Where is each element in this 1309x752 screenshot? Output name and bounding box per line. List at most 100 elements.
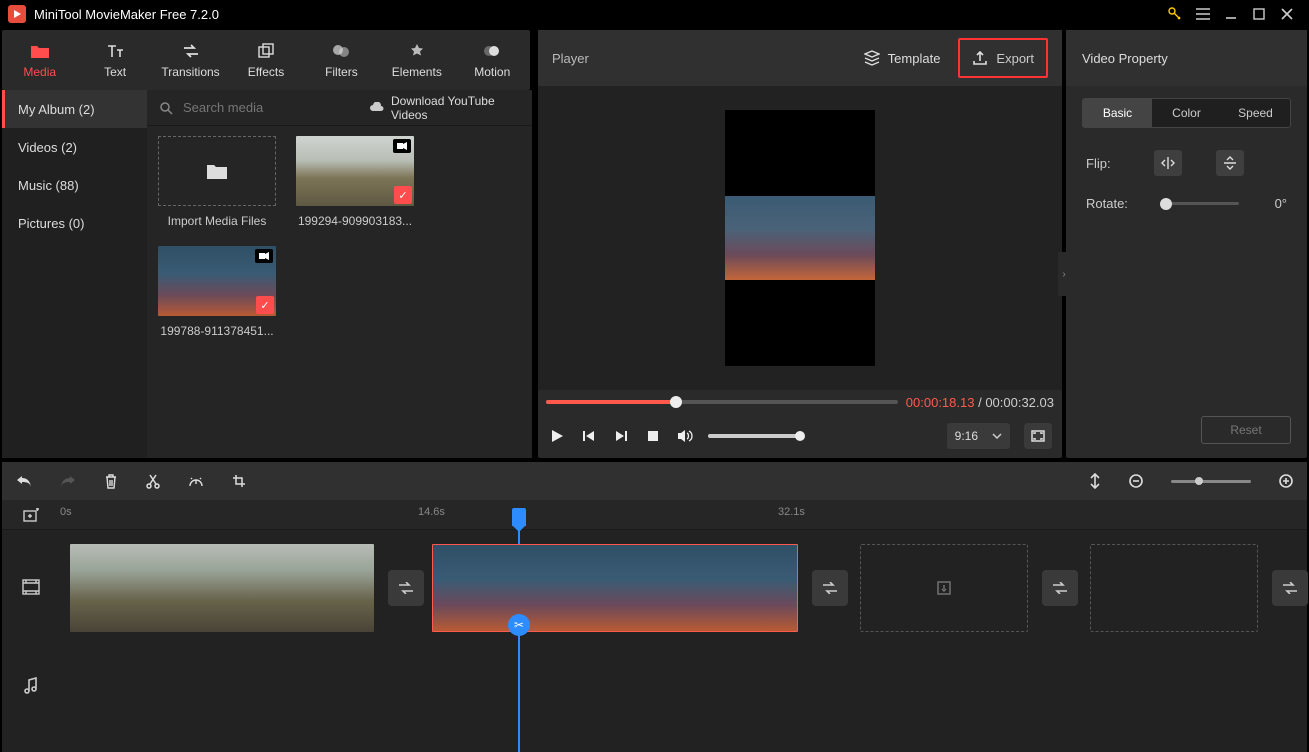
sidebar-item-myalbum[interactable]: My Album (2) [2,90,147,128]
properties-panel: › Video Property Basic Color Speed Flip:… [1066,30,1307,458]
sidebar-item-pictures[interactable]: Pictures (0) [2,204,147,242]
volume-slider[interactable] [708,434,800,438]
crop-button[interactable] [232,474,246,488]
minimize-button[interactable] [1217,0,1245,28]
stop-button[interactable] [644,430,662,442]
menu-icon[interactable] [1189,0,1217,28]
layers-icon [864,50,880,66]
fullscreen-button[interactable] [1024,423,1052,449]
close-button[interactable] [1273,0,1301,28]
flip-vertical-button[interactable] [1216,150,1244,176]
tab-elements[interactable]: Elements [379,30,454,90]
tab-motion[interactable]: Motion [455,30,530,90]
preview-frame [725,196,875,280]
maximize-button[interactable] [1245,0,1273,28]
time-display: 00:00:18.13 / 00:00:32.03 [906,395,1054,410]
timeline-ruler[interactable]: 0s 14.6s 32.1s [2,500,1307,530]
transition-slot[interactable] [388,570,424,606]
button-label: Template [888,51,941,66]
timeline-clip[interactable] [70,544,374,632]
elements-icon [409,41,425,61]
zoom-in-button[interactable] [1279,474,1293,488]
tab-media[interactable]: Media [2,30,77,90]
link-label: Download YouTube Videos [391,94,520,122]
ruler-mark: 14.6s [418,506,445,518]
rotate-label: Rotate: [1086,196,1142,211]
search-input[interactable] [181,99,361,116]
aspect-value: 9:16 [955,429,978,443]
reset-button[interactable]: Reset [1201,416,1291,444]
tab-filters[interactable]: Filters [304,30,379,90]
clip-dropzone[interactable] [1090,544,1258,632]
sidebar-item-label: Videos (2) [18,140,77,155]
undo-button[interactable] [16,474,32,488]
seek-slider[interactable] [546,400,898,404]
media-item[interactable]: ✓ 199788-911378451... [157,246,277,338]
split-button[interactable] [146,473,160,489]
transition-slot[interactable] [1272,570,1308,606]
properties-title: Video Property [1066,30,1307,86]
tab-label: Media [23,65,56,79]
template-button[interactable]: Template [852,42,953,74]
redo-button[interactable] [60,474,76,488]
filters-icon [332,41,350,61]
aspect-ratio-select[interactable]: 9:16 [947,423,1010,449]
tab-transitions[interactable]: Transitions [153,30,228,90]
media-item[interactable]: ✓ 199294-909903183... [295,136,415,228]
expand-panel-toggle[interactable]: › [1058,252,1070,296]
app-title: MiniTool MovieMaker Free 7.2.0 [34,7,219,22]
sidebar-item-label: Music (88) [18,178,79,193]
text-icon [106,41,124,61]
search-icon [159,101,173,115]
media-label: 199294-909903183... [295,214,415,228]
tab-color[interactable]: Color [1152,99,1221,127]
export-button[interactable]: Export [958,38,1048,78]
speed-button[interactable] [188,474,204,488]
title-bar: MiniTool MovieMaker Free 7.2.0 [0,0,1309,28]
import-media-tile[interactable]: Import Media Files [157,136,277,228]
tab-label: Elements [392,65,442,79]
main-toolbar: Media Text Transitions Effects Filters E… [2,30,530,90]
cloud-down-icon [369,102,385,114]
tab-label: Transitions [161,65,219,79]
video-badge-icon [255,249,273,263]
ruler-mark: 0s [60,506,72,518]
tab-speed[interactable]: Speed [1221,99,1290,127]
media-label: 199788-911378451... [157,324,277,338]
timeline-tracks[interactable]: ✂ [2,530,1307,752]
transition-slot[interactable] [1042,570,1078,606]
rotate-slider[interactable] [1160,202,1239,205]
volume-icon[interactable] [676,429,694,443]
tab-basic[interactable]: Basic [1083,99,1152,127]
folder-icon [30,41,50,61]
split-indicator-icon[interactable]: ✂ [508,614,530,636]
prev-frame-button[interactable] [580,429,598,443]
play-button[interactable] [548,429,566,443]
media-sidebar: My Album (2) Videos (2) Music (88) Pictu… [2,90,147,458]
tab-label: Text [104,65,126,79]
fit-zoom-button[interactable] [1089,473,1101,489]
playhead-handle[interactable] [512,508,526,526]
transition-slot[interactable] [812,570,848,606]
zoom-slider[interactable] [1171,480,1251,483]
tab-text[interactable]: Text [77,30,152,90]
properties-tabs: Basic Color Speed [1082,98,1291,128]
add-track-button[interactable] [2,508,60,522]
player-title: Player [552,51,852,66]
preview-area[interactable] [538,86,1062,390]
timeline-clip-selected[interactable] [432,544,798,632]
ruler-mark: 32.1s [778,506,805,518]
clip-dropzone[interactable] [860,544,1028,632]
sidebar-item-music[interactable]: Music (88) [2,166,147,204]
download-youtube-link[interactable]: Download YouTube Videos [369,94,520,122]
flip-horizontal-button[interactable] [1154,150,1182,176]
zoom-out-button[interactable] [1129,474,1143,488]
chevron-down-icon [992,433,1002,439]
delete-button[interactable] [104,473,118,489]
next-frame-button[interactable] [612,429,630,443]
timeline-panel: 0s 14.6s 32.1s ✂ [2,462,1307,752]
folder-icon [206,162,228,180]
premium-key-icon[interactable] [1161,0,1189,28]
sidebar-item-videos[interactable]: Videos (2) [2,128,147,166]
tab-effects[interactable]: Effects [228,30,303,90]
